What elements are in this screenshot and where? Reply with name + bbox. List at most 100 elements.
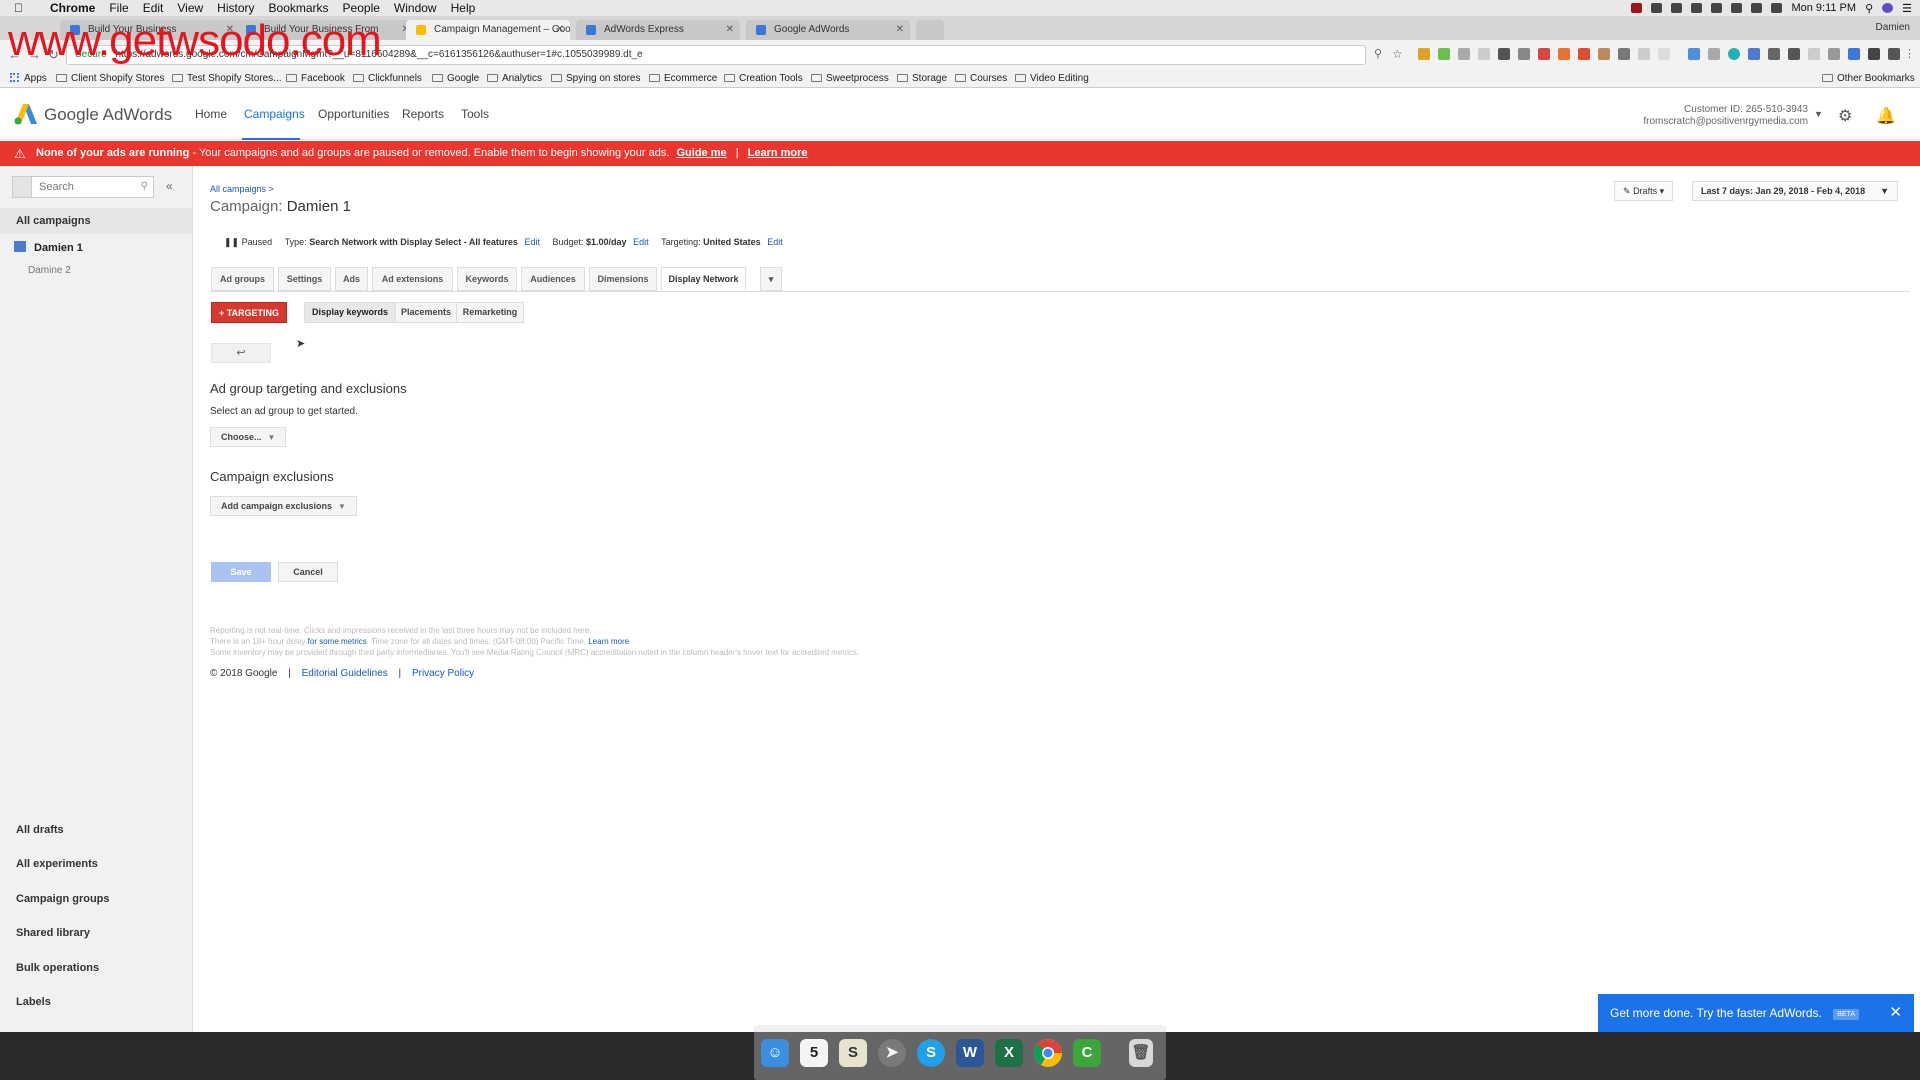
- sidebar-item-shared-library[interactable]: Shared library: [16, 927, 90, 939]
- bookmark-folder[interactable]: Video Editing: [1015, 73, 1089, 84]
- extension-icon[interactable]: [1578, 48, 1590, 60]
- bookmark-star-icon[interactable]: ☆: [1392, 47, 1403, 61]
- edit-budget-link[interactable]: Edit: [633, 237, 649, 247]
- tab-dimensions[interactable]: Dimensions: [589, 267, 657, 291]
- extension-icon[interactable]: [1478, 48, 1490, 60]
- nav-home[interactable]: Home: [195, 107, 227, 121]
- extension-icon[interactable]: [1788, 48, 1800, 60]
- bookmark-folder[interactable]: Storage: [897, 73, 947, 84]
- tab-ads[interactable]: Ads: [335, 267, 368, 291]
- extension-icon[interactable]: [1458, 48, 1470, 60]
- sidebar-item-campaign-groups[interactable]: Campaign groups: [16, 893, 110, 905]
- sidebar-item-all-campaigns[interactable]: All campaigns: [0, 208, 192, 234]
- menu-view[interactable]: View: [177, 1, 203, 15]
- siri-icon[interactable]: [1882, 3, 1894, 13]
- bookmark-folder[interactable]: Clickfunnels: [353, 73, 422, 84]
- wifi-icon[interactable]: [1771, 3, 1783, 13]
- tab-ad-groups[interactable]: Ad groups: [211, 267, 274, 291]
- close-tab-icon[interactable]: ✕: [556, 20, 564, 40]
- extension-icon[interactable]: [1638, 48, 1650, 60]
- extension-icon[interactable]: [1688, 48, 1700, 60]
- browser-tab-active[interactable]: Campaign Management – Goo ✕: [406, 20, 570, 40]
- sidebar-item-bulk-operations[interactable]: Bulk operations: [16, 962, 99, 974]
- editorial-guidelines-link[interactable]: Editorial Guidelines: [302, 668, 388, 679]
- skype-icon[interactable]: S: [917, 1039, 945, 1067]
- nav-opportunities[interactable]: Opportunities: [318, 107, 389, 121]
- nav-tools[interactable]: Tools: [461, 107, 489, 121]
- nav-campaigns[interactable]: Campaigns: [244, 107, 305, 121]
- tab-audiences[interactable]: Audiences: [521, 267, 585, 291]
- display-icon[interactable]: [1731, 3, 1743, 13]
- bookmark-folder[interactable]: Google: [432, 73, 479, 84]
- guide-me-link[interactable]: Guide me: [677, 147, 727, 159]
- subtab-remarketing[interactable]: Remarketing: [456, 302, 524, 323]
- trash-icon[interactable]: 🗑: [1129, 1039, 1153, 1067]
- status-app-icon[interactable]: [1631, 3, 1643, 13]
- collapse-sidebar-icon[interactable]: «: [166, 179, 173, 193]
- bookmark-folder[interactable]: Ecommerce: [649, 73, 717, 84]
- adwords-logo[interactable]: Google AdWords: [14, 102, 172, 129]
- subtab-placements[interactable]: Placements: [395, 302, 457, 323]
- chrome-menu-icon[interactable]: ⋮: [1904, 47, 1915, 60]
- extension-icon[interactable]: [1748, 48, 1760, 60]
- extension-icon[interactable]: [1598, 48, 1610, 60]
- back-button[interactable]: ↩: [211, 343, 271, 363]
- status-app-icon[interactable]: [1651, 3, 1663, 13]
- close-tab-icon[interactable]: ✕: [726, 20, 734, 40]
- extension-icon[interactable]: [1498, 48, 1510, 60]
- bookmark-folder[interactable]: Client Shopify Stores: [56, 73, 164, 84]
- sidebar-item-all-experiments[interactable]: All experiments: [16, 858, 98, 870]
- browser-tab[interactable]: Google AdWords ✕: [746, 20, 910, 40]
- edit-targeting-link[interactable]: Edit: [767, 237, 783, 247]
- status-badge[interactable]: Paused: [242, 237, 273, 247]
- apple-icon[interactable]: : [14, 1, 30, 15]
- extension-icon[interactable]: [1418, 48, 1430, 60]
- sidebar-item-labels[interactable]: Labels: [16, 996, 51, 1008]
- tab-display-network[interactable]: Display Network: [661, 267, 746, 291]
- folder-toggle-icon[interactable]: [12, 176, 32, 198]
- browser-tab[interactable]: AdWords Express ✕: [576, 20, 740, 40]
- sidebar-item-all-drafts[interactable]: All drafts: [16, 824, 64, 836]
- extension-icon[interactable]: [1768, 48, 1780, 60]
- customer-account[interactable]: Customer ID: 265-510-3943 fromscratch@po…: [1643, 104, 1808, 128]
- gear-icon[interactable]: ⚙: [1838, 106, 1852, 126]
- zoom-icon[interactable]: ⚲: [1374, 47, 1382, 60]
- excel-icon[interactable]: X: [995, 1039, 1023, 1067]
- bookmark-other[interactable]: Other Bookmarks: [1822, 73, 1915, 84]
- subtab-display-keywords[interactable]: Display keywords: [304, 302, 396, 323]
- menu-window[interactable]: Window: [394, 1, 437, 15]
- scrivener-icon[interactable]: S: [839, 1039, 867, 1067]
- bookmark-apps[interactable]: Apps: [10, 73, 47, 84]
- bookmark-folder[interactable]: Courses: [955, 73, 1007, 84]
- menu-help[interactable]: Help: [451, 1, 476, 15]
- camtasia-icon[interactable]: C: [1073, 1039, 1101, 1067]
- breadcrumb[interactable]: All campaigns >: [210, 184, 274, 194]
- edit-type-link[interactable]: Edit: [524, 237, 540, 247]
- save-button[interactable]: Save: [211, 562, 271, 582]
- choose-adgroup-dropdown[interactable]: Choose... ▼: [210, 427, 287, 447]
- bookmark-folder[interactable]: Analytics: [487, 73, 542, 84]
- account-chevron-down-icon[interactable]: ▼: [1814, 109, 1823, 119]
- extension-icon[interactable]: [1808, 48, 1820, 60]
- extension-icon[interactable]: [1538, 48, 1550, 60]
- extension-icon[interactable]: [1728, 48, 1740, 60]
- menu-bookmarks[interactable]: Bookmarks: [269, 1, 329, 15]
- add-targeting-button[interactable]: + TARGETING: [211, 302, 287, 323]
- close-icon[interactable]: ✕: [1889, 994, 1902, 1032]
- bookmark-folder[interactable]: Test Shopify Stores...: [172, 73, 282, 84]
- bell-icon[interactable]: 🔔: [1876, 106, 1896, 126]
- skype-icon[interactable]: [1691, 3, 1703, 13]
- extension-icon[interactable]: [1848, 48, 1860, 60]
- battery-icon[interactable]: [1711, 3, 1723, 13]
- menu-file[interactable]: File: [109, 1, 128, 15]
- sidebar-search-input[interactable]: Search ⚲: [12, 176, 154, 198]
- sidebar-item-campaign[interactable]: Damien 1: [14, 241, 83, 254]
- extension-icon[interactable]: [1658, 48, 1670, 60]
- finder-icon[interactable]: ☺: [761, 1039, 789, 1067]
- launchpad-icon[interactable]: ➤: [878, 1039, 906, 1067]
- chrome-icon[interactable]: [1034, 1039, 1062, 1067]
- nav-reports[interactable]: Reports: [402, 107, 444, 121]
- extension-icon[interactable]: [1888, 48, 1900, 60]
- extension-icon[interactable]: [1618, 48, 1630, 60]
- bookmark-folder[interactable]: Spying on stores: [551, 73, 641, 84]
